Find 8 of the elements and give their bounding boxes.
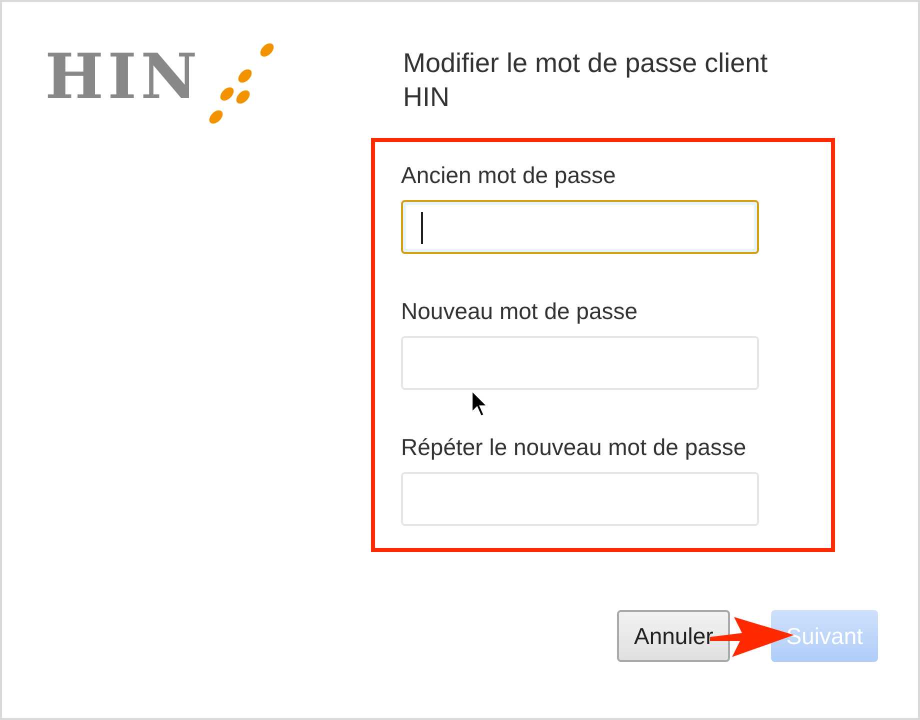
field-label: Nouveau mot de passe — [401, 297, 638, 326]
dialog-title: Modifier le mot de passe client HIN — [403, 47, 769, 114]
field-label: Répéter le nouveau mot de passe — [401, 433, 746, 462]
logo-text: HIN — [45, 46, 202, 108]
field-label: Ancien mot de passe — [401, 161, 616, 190]
text-cursor — [421, 212, 423, 244]
cancel-button[interactable]: Annuler — [617, 610, 730, 662]
password-field[interactable] — [401, 200, 759, 254]
